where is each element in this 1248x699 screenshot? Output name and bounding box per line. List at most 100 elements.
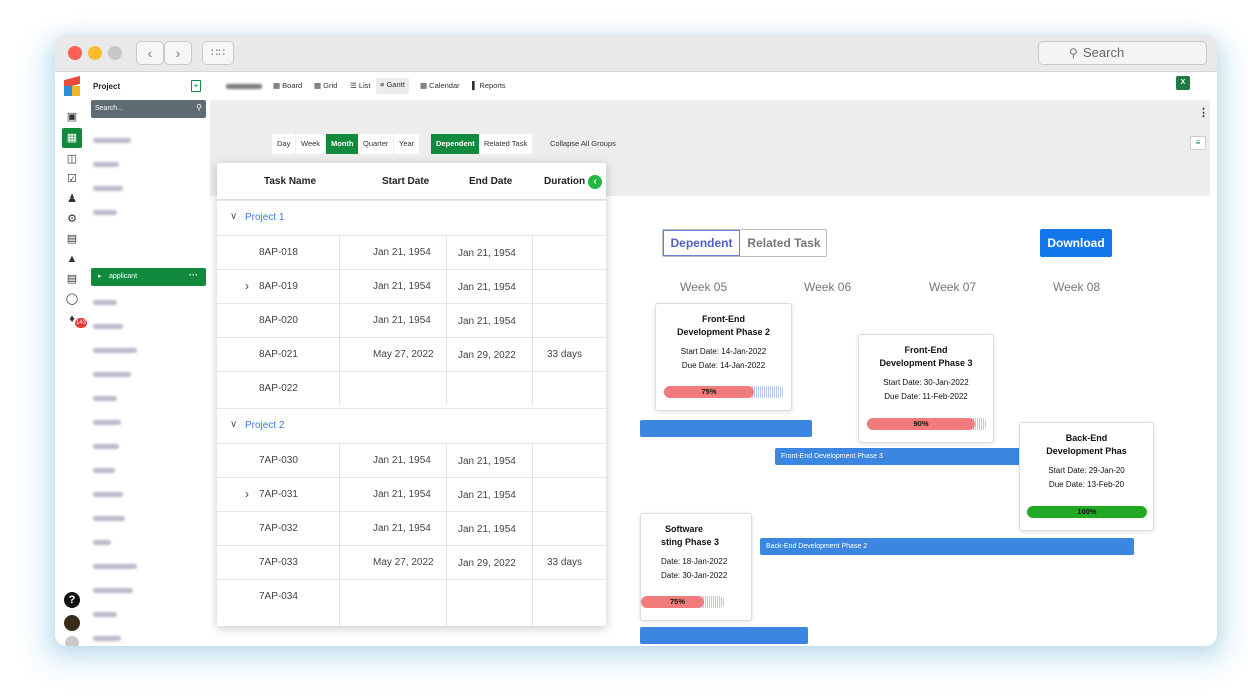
scale-quarter-button[interactable]: Quarter <box>358 134 394 154</box>
filter-icon[interactable]: ≡ <box>1190 136 1206 150</box>
task-name-cell: 7AP-031 <box>259 489 298 500</box>
user-avatar[interactable] <box>64 615 80 631</box>
table-row[interactable]: 7AP-030 Jan 21, 1954 Jan 21, 1954 <box>217 443 606 477</box>
project-item[interactable] <box>93 186 123 191</box>
tab-list[interactable]: ☰ List <box>350 81 370 90</box>
tab-gantt[interactable]: ≡ Gantt <box>376 78 409 94</box>
collapse-all-groups-button[interactable]: Collapse All Groups <box>545 134 621 154</box>
week-label: Week 07 <box>929 280 977 294</box>
task-card-frontend-2[interactable]: Front-End Development Phase 2 Start Date… <box>655 303 792 411</box>
zoom-window-button[interactable] <box>108 46 122 60</box>
project-item[interactable] <box>93 138 131 143</box>
monitor-icon[interactable]: ▣ <box>65 110 79 124</box>
project-item[interactable] <box>93 210 117 215</box>
project-item[interactable] <box>93 300 117 305</box>
project-item[interactable] <box>93 540 111 545</box>
grid-apps-icon[interactable]: ∷∷ <box>202 41 234 65</box>
table-row[interactable]: 7AP-032 Jan 21, 1954 Jan 21, 1954 <box>217 511 606 545</box>
scale-month-button[interactable]: Month <box>326 134 359 154</box>
drive-icon[interactable]: ▲ <box>65 252 79 266</box>
more-menu-icon[interactable]: ⋮ <box>1198 106 1209 119</box>
task-card-software-testing[interactable]: Software sting Phase 3 Date: 18-Jan-2022… <box>640 513 752 621</box>
project-item[interactable] <box>93 636 121 641</box>
column-header-duration[interactable]: Duration <box>544 176 585 187</box>
table-row[interactable]: 8AP-018 Jan 21, 1954 Jan 21, 1954 <box>217 235 606 269</box>
team-icon[interactable]: ♟ <box>65 192 79 206</box>
gantt-dependent-tab[interactable]: Dependent <box>663 230 740 256</box>
tab-board[interactable]: ▦ Board <box>273 81 302 90</box>
dependent-filter-button[interactable]: Dependent <box>431 134 480 154</box>
chevron-right-icon[interactable]: › <box>245 487 249 501</box>
window-search-input[interactable]: ⚲ Search <box>1038 41 1207 65</box>
download-button[interactable]: Download <box>1040 229 1112 257</box>
gantt-bar-frontend-3[interactable]: Front-End Development Phase 3 <box>775 448 1025 465</box>
card-title: Development Phase 2 <box>676 327 771 337</box>
project-item[interactable] <box>93 468 115 473</box>
table-row[interactable]: 7AP-033 May 27, 2022 Jan 29, 2022 33 days <box>217 545 606 579</box>
forward-button[interactable]: › <box>164 41 192 65</box>
chevron-down-icon[interactable]: ∨ <box>230 211 237 222</box>
related-task-filter-button[interactable]: Related Task <box>479 134 533 154</box>
project-search-input[interactable]: Search... ⚲ <box>91 100 206 118</box>
project-item[interactable] <box>93 564 137 569</box>
project-item-selected[interactable]: ▸ applicant ··· <box>91 268 206 286</box>
group-row[interactable]: ∨ Project 1 <box>217 200 606 235</box>
table-row[interactable]: 8AP-020 Jan 21, 1954 Jan 21, 1954 <box>217 303 606 337</box>
column-header-start-date[interactable]: Start Date <box>382 176 429 187</box>
dashboard-icon[interactable]: ▦ <box>62 128 82 148</box>
project-item[interactable] <box>93 420 121 425</box>
header-divider <box>217 199 606 200</box>
table-row[interactable]: 8AP-021 May 27, 2022 Jan 29, 2022 33 days <box>217 337 606 371</box>
project-item[interactable] <box>93 372 131 377</box>
gantt-bar-frontend-2[interactable] <box>640 420 812 437</box>
chat-icon[interactable]: ▤ <box>65 232 79 246</box>
project-item[interactable] <box>93 444 119 449</box>
column-header-task-name[interactable]: Task Name <box>264 176 316 187</box>
project-item[interactable] <box>93 162 119 167</box>
checklist-icon[interactable]: ☑ <box>65 172 79 186</box>
table-row[interactable]: › 7AP-031 Jan 21, 1954 Jan 21, 1954 <box>217 477 606 511</box>
tab-grid[interactable]: ▦ Grid <box>314 81 337 90</box>
project-item[interactable] <box>93 324 123 329</box>
task-card-frontend-3[interactable]: Front-End Development Phase 3 Start Date… <box>858 334 994 443</box>
project-item[interactable] <box>93 588 133 593</box>
card-start-date: Start Date: 29-Jan-20 <box>1048 466 1125 475</box>
gantt-bar-backend-2[interactable]: Back-End Development Phase 2 <box>760 538 1134 555</box>
scale-year-button[interactable]: Year <box>394 134 420 154</box>
gantt-bar-software-testing[interactable] <box>640 627 808 644</box>
modules-icon[interactable]: ◫ <box>65 152 79 166</box>
close-window-button[interactable] <box>68 46 82 60</box>
more-options-icon[interactable]: ··· <box>189 270 198 280</box>
project-item[interactable] <box>93 516 125 521</box>
settings-icon[interactable]: ⚙ <box>65 212 79 226</box>
tab-reports[interactable]: ▌ Reports <box>472 81 506 90</box>
back-button[interactable]: ‹ <box>136 41 164 65</box>
shield-icon[interactable]: ◯ <box>65 292 79 306</box>
task-card-backend[interactable]: Back-End Development Phas Start Date: 29… <box>1019 422 1154 531</box>
scale-week-button[interactable]: Week <box>296 134 326 154</box>
column-divider <box>339 270 340 303</box>
group-row[interactable]: ∨ Project 2 <box>217 408 606 443</box>
add-project-icon[interactable]: + <box>191 80 201 92</box>
chevron-down-icon[interactable]: ∨ <box>230 419 237 430</box>
table-row[interactable]: › 8AP-019 Jan 21, 1954 Jan 21, 1954 <box>217 269 606 303</box>
table-row[interactable]: 7AP-034 <box>217 579 606 626</box>
project-item[interactable] <box>93 492 123 497</box>
app-logo-icon <box>61 75 85 98</box>
excel-export-icon[interactable]: X <box>1176 76 1190 90</box>
user-avatar-2[interactable] <box>65 636 79 646</box>
table-row[interactable]: 8AP-022 <box>217 371 606 405</box>
help-icon[interactable]: ? <box>64 592 80 608</box>
project-item[interactable] <box>93 612 117 617</box>
chevron-right-icon[interactable]: › <box>245 279 249 293</box>
project-item[interactable] <box>93 396 117 401</box>
collapse-panel-icon[interactable]: ‹ <box>588 175 602 189</box>
minimize-window-button[interactable] <box>88 46 102 60</box>
project-item[interactable] <box>93 348 137 353</box>
column-header-end-date[interactable]: End Date <box>469 176 512 187</box>
tab-calendar[interactable]: ▦ Calendar <box>420 81 460 90</box>
document-icon[interactable]: ▤ <box>65 272 79 286</box>
grid-icon: ▦ <box>314 81 324 90</box>
gantt-related-tab[interactable]: Related Task <box>741 230 827 256</box>
scale-day-button[interactable]: Day <box>272 134 296 154</box>
